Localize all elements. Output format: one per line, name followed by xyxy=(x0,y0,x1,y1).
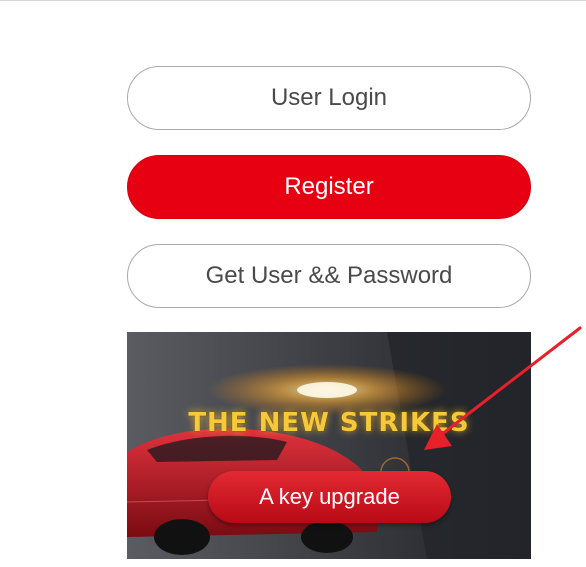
user-login-label: User Login xyxy=(270,84,388,111)
user-login-button[interactable]: User Login xyxy=(127,66,531,130)
banner-car-image xyxy=(127,332,531,559)
get-user-password-button[interactable]: Get User && Password xyxy=(127,244,531,308)
register-label: Register xyxy=(284,173,374,200)
register-button[interactable]: Register xyxy=(127,155,531,219)
top-divider xyxy=(0,0,586,1)
key-upgrade-label: A key upgrade xyxy=(259,484,400,509)
key-upgrade-button[interactable]: A key upgrade xyxy=(208,471,451,523)
get-user-password-label: Get User && Password xyxy=(205,262,453,289)
promo-banner[interactable]: THE NEW STRIKES A key upgrade xyxy=(127,332,531,559)
banner-headline: THE NEW STRIKES xyxy=(188,408,470,438)
